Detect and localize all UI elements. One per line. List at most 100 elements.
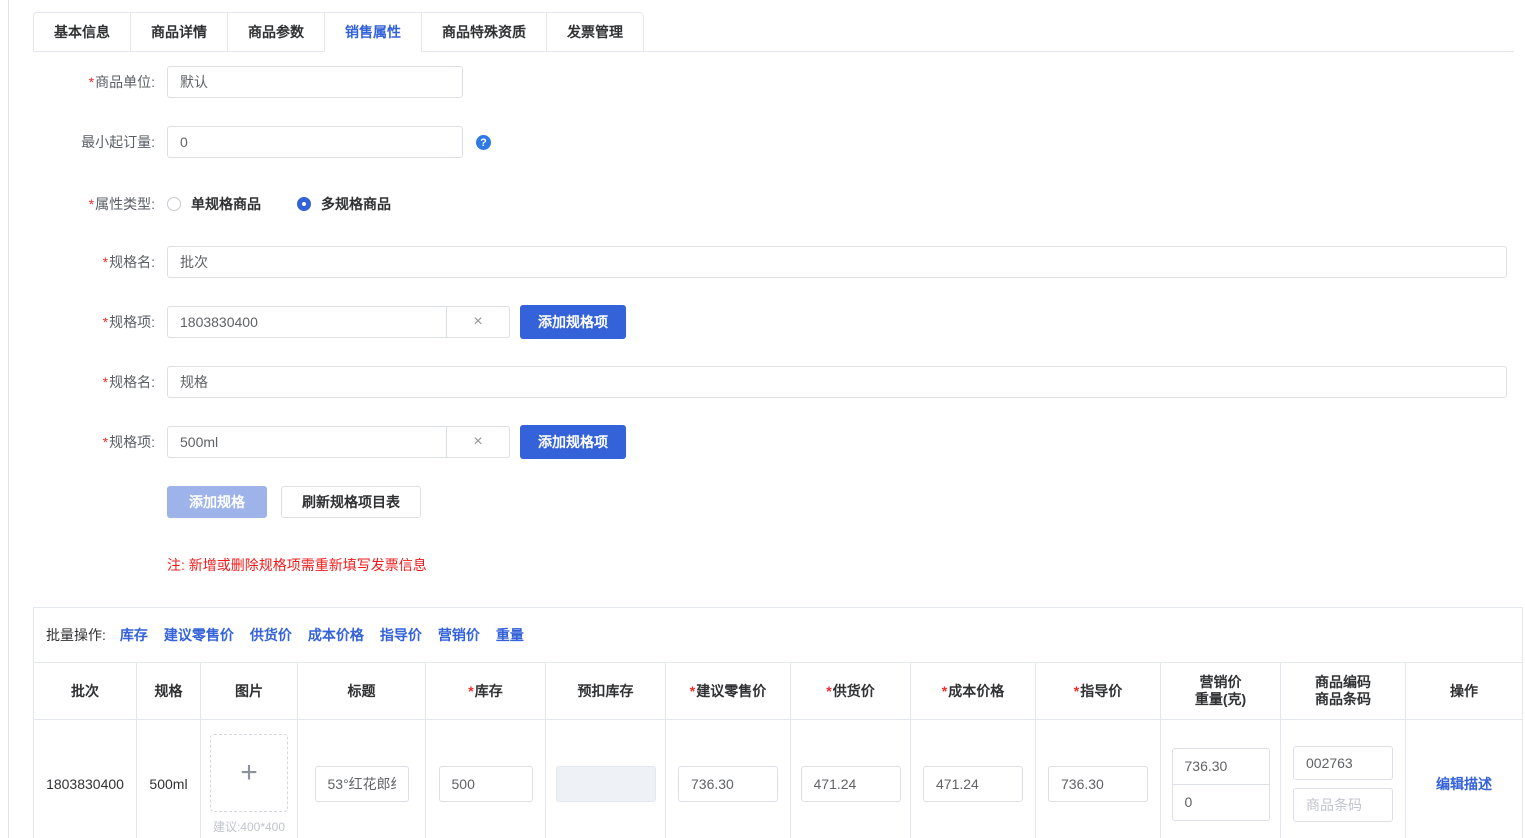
cell-code-barcode — [1280, 720, 1405, 838]
spec2-item-input[interactable] — [167, 426, 447, 458]
guide-price-input[interactable] — [1048, 766, 1148, 802]
column-header-supply-price: *供货价 — [790, 663, 910, 719]
required-asterisk: * — [103, 374, 108, 390]
required-asterisk: * — [103, 314, 108, 330]
stock-input[interactable] — [439, 766, 533, 802]
bulk-operations-bar: 批量操作: 库存 建议零售价 供货价 成本价格 指导价 营销价 重量 — [34, 608, 1522, 663]
cell-cost-price — [910, 720, 1035, 838]
form-row-spec2-name: *规格名: — [0, 366, 1507, 398]
cost-price-input[interactable] — [923, 766, 1023, 802]
weight-input[interactable] — [1172, 784, 1270, 821]
spec1-name-label: *规格名: — [0, 252, 155, 272]
column-header-marketing-weight: 营销价重量(克) — [1160, 663, 1280, 719]
invoice-note: 注: 新增或删除规格项需重新填写发票信息 — [167, 555, 427, 575]
clear-icon[interactable]: × — [447, 426, 510, 458]
radio-multi-spec[interactable]: 多规格商品 — [297, 194, 391, 214]
barcode-input[interactable] — [1293, 788, 1393, 822]
required-asterisk: * — [942, 683, 947, 699]
required-asterisk: * — [826, 683, 831, 699]
bulk-link-marketing-price[interactable]: 营销价 — [438, 625, 480, 645]
required-asterisk: * — [89, 74, 94, 90]
cell-suggest-price — [665, 720, 790, 838]
required-asterisk: * — [468, 683, 473, 699]
add-spec-item-button[interactable]: 添加规格项 — [520, 425, 626, 459]
cell-stock — [425, 720, 545, 838]
form-row-spec1-item: *规格项: × 添加规格项 — [0, 305, 626, 339]
bulk-link-stock[interactable]: 库存 — [120, 625, 148, 645]
column-header-reserved-stock: 预扣库存 — [545, 663, 665, 719]
bulk-link-cost-price[interactable]: 成本价格 — [308, 625, 364, 645]
bulk-link-guide-price[interactable]: 指导价 — [380, 625, 422, 645]
refresh-spec-table-button[interactable]: 刷新规格项目表 — [281, 486, 421, 518]
min-order-input[interactable] — [167, 126, 463, 158]
product-code-input[interactable] — [1293, 746, 1393, 780]
min-order-label: 最小起订量: — [0, 132, 155, 152]
cell-reserved-stock — [545, 720, 665, 838]
radio-selected-icon — [297, 197, 311, 211]
bulk-links: 库存 建议零售价 供货价 成本价格 指导价 营销价 重量 — [120, 625, 524, 645]
spec2-item-label: *规格项: — [0, 432, 155, 452]
marketing-price-input[interactable] — [1172, 748, 1270, 785]
required-asterisk: * — [103, 254, 108, 270]
column-header-cost-price: *成本价格 — [910, 663, 1035, 719]
image-size-hint: 建议:400*400 — [213, 818, 285, 835]
spec2-item-group: × — [167, 426, 510, 458]
add-spec-button[interactable]: 添加规格 — [167, 486, 267, 518]
cell-guide-price — [1035, 720, 1160, 838]
tab-invoice-management[interactable]: 发票管理 — [546, 12, 644, 52]
column-header-image: 图片 — [200, 663, 297, 719]
tab-basic-info[interactable]: 基本信息 — [33, 12, 131, 52]
marketing-weight-group — [1172, 748, 1270, 821]
column-header-suggest-price: *建议零售价 — [665, 663, 790, 719]
spec1-item-label: *规格项: — [0, 312, 155, 332]
edit-description-link[interactable]: 编辑描述 — [1436, 774, 1492, 794]
column-header-spec: 规格 — [136, 663, 200, 719]
spec1-name-input[interactable] — [167, 246, 1507, 278]
column-header-action: 操作 — [1405, 663, 1522, 719]
supply-price-input[interactable] — [801, 766, 901, 802]
tab-product-detail[interactable]: 商品详情 — [130, 12, 228, 52]
bulk-link-supply-price[interactable]: 供货价 — [250, 625, 292, 645]
bulk-link-weight[interactable]: 重量 — [496, 625, 524, 645]
cell-action: 编辑描述 — [1405, 720, 1522, 838]
cell-supply-price — [790, 720, 910, 838]
sku-table: 批量操作: 库存 建议零售价 供货价 成本价格 指导价 营销价 重量 批次 规格… — [33, 607, 1523, 838]
column-header-batch: 批次 — [34, 663, 136, 719]
tab-sales-attributes[interactable]: 销售属性 — [324, 12, 422, 52]
form-row-spec1-name: *规格名: — [0, 246, 1507, 278]
tab-special-qualification[interactable]: 商品特殊资质 — [421, 12, 547, 52]
radio-multi-spec-label: 多规格商品 — [321, 194, 391, 214]
suggest-price-input[interactable] — [678, 766, 778, 802]
product-editor-page: 基本信息 商品详情 商品参数 销售属性 商品特殊资质 发票管理 *商品单位: 最… — [0, 0, 1525, 838]
spec1-item-input[interactable] — [167, 306, 447, 338]
form-row-unit: *商品单位: — [0, 66, 463, 98]
required-asterisk: * — [690, 683, 695, 699]
add-spec-item-button[interactable]: 添加规格项 — [520, 305, 626, 339]
radio-single-spec[interactable]: 单规格商品 — [167, 194, 261, 214]
bulk-link-suggest-price[interactable]: 建议零售价 — [164, 625, 234, 645]
unit-label: *商品单位: — [0, 72, 155, 92]
spec2-name-label: *规格名: — [0, 372, 155, 392]
title-input[interactable] — [315, 766, 409, 802]
cell-title — [297, 720, 425, 838]
spec2-name-input[interactable] — [167, 366, 1507, 398]
tab-bar: 基本信息 商品详情 商品参数 销售属性 商品特殊资质 发票管理 — [33, 12, 1514, 52]
radio-single-spec-label: 单规格商品 — [191, 194, 261, 214]
help-icon[interactable]: ? — [476, 135, 491, 150]
form-row-buttons: 添加规格 刷新规格项目表 — [167, 486, 421, 518]
cell-batch: 1803830400 — [34, 720, 136, 838]
column-header-guide-price: *指导价 — [1035, 663, 1160, 719]
column-header-code-barcode: 商品编码商品条码 — [1280, 663, 1405, 719]
required-asterisk: * — [1074, 683, 1079, 699]
column-header-title: 标题 — [297, 663, 425, 719]
cell-spec: 500ml — [136, 720, 200, 838]
radio-unselected-icon — [167, 197, 181, 211]
tab-product-params[interactable]: 商品参数 — [227, 12, 325, 52]
table-header-row: 批次 规格 图片 标题 *库存 预扣库存 *建议零售价 *供货价 *成本价格 *… — [34, 663, 1522, 720]
image-upload-box[interactable]: + — [210, 734, 288, 812]
attr-type-label: *属性类型: — [0, 194, 155, 214]
unit-input[interactable] — [167, 66, 463, 98]
clear-icon[interactable]: × — [447, 306, 510, 338]
form-row-attr-type: *属性类型: 单规格商品 多规格商品 — [0, 190, 391, 218]
required-asterisk: * — [89, 196, 94, 212]
